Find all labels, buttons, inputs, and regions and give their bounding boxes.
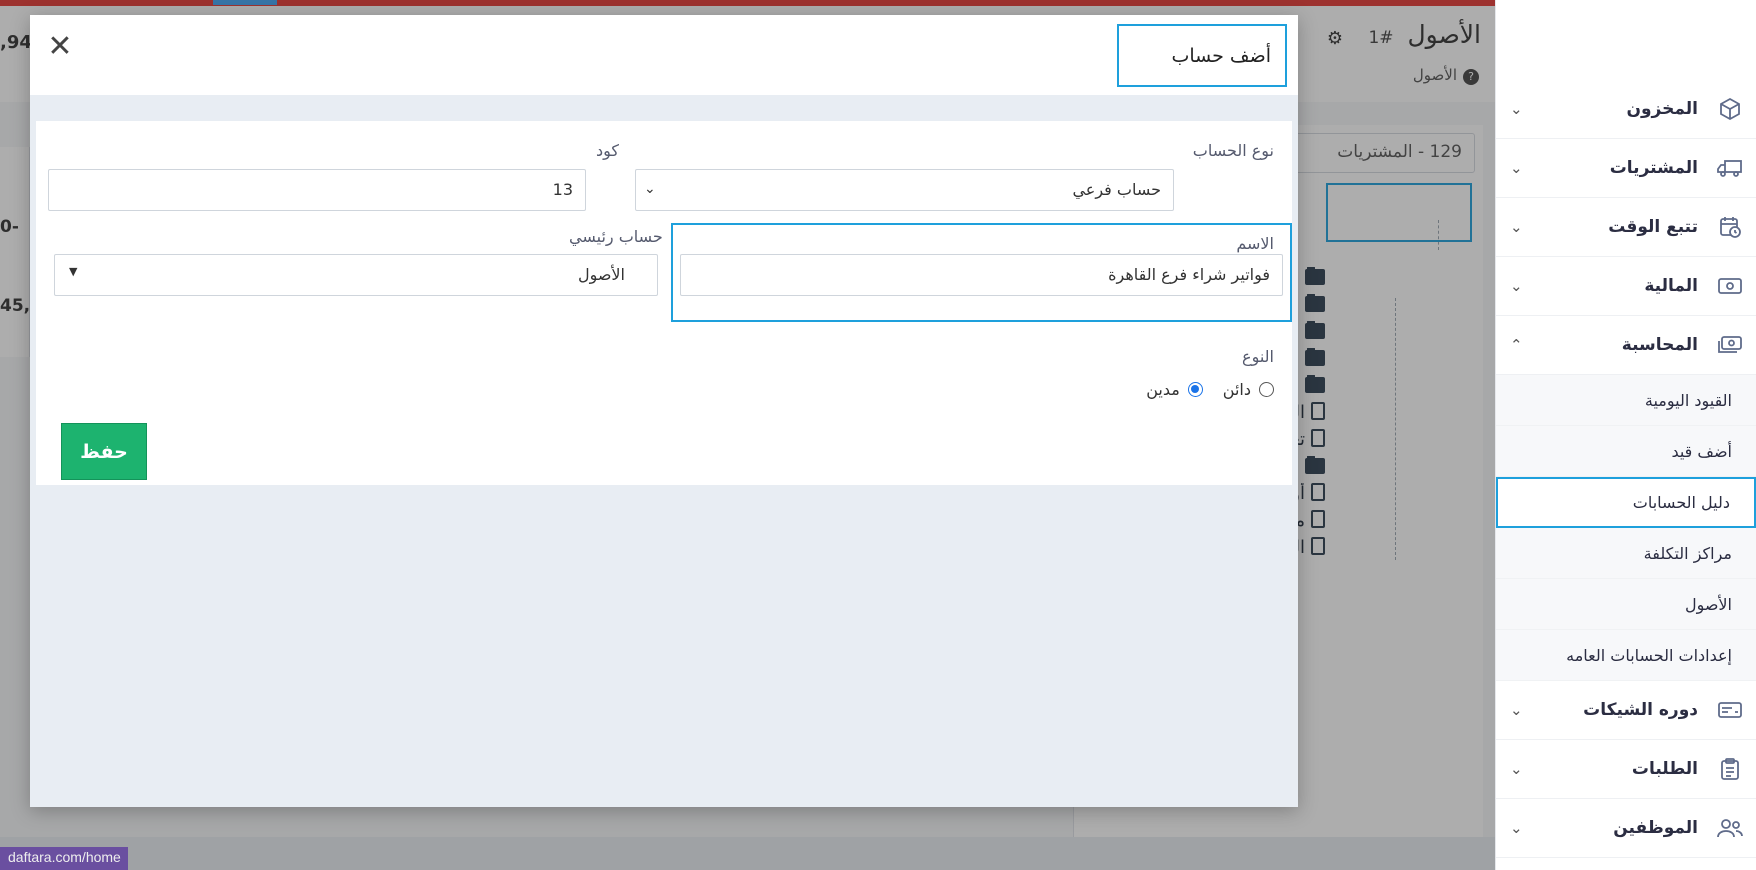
sidebar: المخزون ⌄ المشتريات ⌄ تتبع الوقت ⌄ المالية ⌄ الم… xyxy=(1495,0,1756,870)
nature-label: النوع xyxy=(1242,347,1274,366)
parent-account-label: حساب رئيسي xyxy=(569,227,663,246)
chevron-down-icon[interactable]: ⌄ xyxy=(1510,100,1523,118)
sidebar-subitem[interactable]: مراكز التكلفة xyxy=(1496,528,1756,579)
nature-radio-option[interactable]: مدين xyxy=(1146,380,1203,399)
radio-label: مدين xyxy=(1146,380,1180,399)
chevron-up-icon[interactable]: ⌃ xyxy=(1510,336,1523,354)
modal-header: أضف حساب ✕ xyxy=(30,15,1298,95)
chevron-down-icon[interactable]: ⌄ xyxy=(1510,701,1523,719)
sidebar-item-bottom-1[interactable]: الطلبات ⌄ xyxy=(1496,740,1756,799)
sidebar-item-label: تتبع الوقت xyxy=(1608,217,1698,237)
account-type-label: نوع الحساب xyxy=(1192,141,1274,160)
parent-account-select[interactable]: الأصول ▼ xyxy=(54,254,658,296)
radio-button[interactable] xyxy=(1187,382,1203,397)
calendar-clock-icon xyxy=(1716,213,1744,241)
chevron-down-icon[interactable]: ⌄ xyxy=(1510,760,1523,778)
cheque-icon xyxy=(1716,696,1744,724)
sidebar-item-label: الموظفين xyxy=(1613,818,1698,838)
sidebar-item-bottom-0[interactable]: دوره الشيكات ⌄ xyxy=(1496,681,1756,740)
chevron-down-icon[interactable]: ⌄ xyxy=(1510,218,1523,236)
account-type-value: حساب فرعي xyxy=(1072,180,1161,199)
sidebar-subitem[interactable]: أضف قيد xyxy=(1496,426,1756,477)
sidebar-item-label: دوره الشيكات xyxy=(1583,700,1698,720)
radio-button[interactable] xyxy=(1259,382,1274,397)
sidebar-top xyxy=(1496,0,1756,80)
save-button[interactable]: حفظ xyxy=(61,423,147,480)
sidebar-top-items: المخزون ⌄ المشتريات ⌄ تتبع الوقت ⌄ المالية ⌄ الم… xyxy=(1496,80,1756,375)
truck-icon xyxy=(1716,154,1744,182)
sidebar-item-label: المحاسبة xyxy=(1621,335,1698,355)
sidebar-item-label: المخزون xyxy=(1626,99,1698,119)
sidebar-subitem[interactable]: القيود اليومية xyxy=(1496,375,1756,426)
parent-account-value: الأصول xyxy=(577,265,625,284)
sidebar-bottom-items: دوره الشيكات ⌄ الطلبات ⌄ الموظفين ⌄ xyxy=(1496,681,1756,858)
clipboard-icon xyxy=(1716,755,1744,783)
sidebar-item-top-2[interactable]: تتبع الوقت ⌄ xyxy=(1496,198,1756,257)
close-icon[interactable]: ✕ xyxy=(44,31,76,63)
sidebar-subitem[interactable]: إعدادات الحسابات العامه xyxy=(1496,630,1756,681)
name-label: الاسم xyxy=(1236,234,1274,253)
chevron-down-icon[interactable]: ⌄ xyxy=(1510,819,1523,837)
add-account-form: نوع الحساب حساب فرعي ⌄ كود 13 الاسم فوات… xyxy=(36,121,1292,485)
add-account-modal: أضف حساب ✕ نوع الحساب حساب فرعي ⌄ كود 13… xyxy=(30,15,1298,807)
sidebar-subitem[interactable]: الأصول xyxy=(1496,579,1756,630)
cash-stack-icon xyxy=(1716,331,1744,359)
chevron-down-icon[interactable]: ⌄ xyxy=(1510,277,1523,295)
sidebar-subitem[interactable]: دليل الحسابات xyxy=(1496,477,1756,528)
chevron-down-icon[interactable]: ⌄ xyxy=(1510,159,1523,177)
code-label: كود xyxy=(596,141,620,160)
chevron-down-icon: ⌄ xyxy=(644,181,656,197)
sidebar-item-label: المشتريات xyxy=(1609,158,1698,178)
name-field[interactable]: فواتير شراء فرع القاهرة xyxy=(680,254,1283,296)
nature-radio-option[interactable]: دائن xyxy=(1223,380,1274,399)
sidebar-item-top-3[interactable]: المالية ⌄ xyxy=(1496,257,1756,316)
sidebar-submenu: القيود اليومية أضف قيد دليل الحسابات مراكز … xyxy=(1496,375,1756,681)
code-field[interactable]: 13 xyxy=(48,169,586,211)
sidebar-item-label: الطلبات xyxy=(1631,759,1698,779)
sidebar-item-bottom-2[interactable]: الموظفين ⌄ xyxy=(1496,799,1756,858)
sidebar-item-top-4[interactable]: المحاسبة ⌃ xyxy=(1496,316,1756,375)
sidebar-item-label: المالية xyxy=(1644,276,1698,296)
sidebar-item-top-0[interactable]: المخزون ⌄ xyxy=(1496,80,1756,139)
box-icon xyxy=(1716,95,1744,123)
users-icon xyxy=(1716,814,1744,842)
radio-label: دائن xyxy=(1222,380,1251,399)
modal-title: أضف حساب xyxy=(1117,24,1287,87)
sidebar-item-top-1[interactable]: المشتريات ⌄ xyxy=(1496,139,1756,198)
account-type-select[interactable]: حساب فرعي ⌄ xyxy=(635,169,1174,211)
status-url: daftara.com/home xyxy=(0,847,128,870)
caret-down-icon: ▼ xyxy=(69,265,78,278)
money-icon xyxy=(1716,272,1744,300)
nature-radio-group: دائن مدين xyxy=(1146,380,1274,399)
